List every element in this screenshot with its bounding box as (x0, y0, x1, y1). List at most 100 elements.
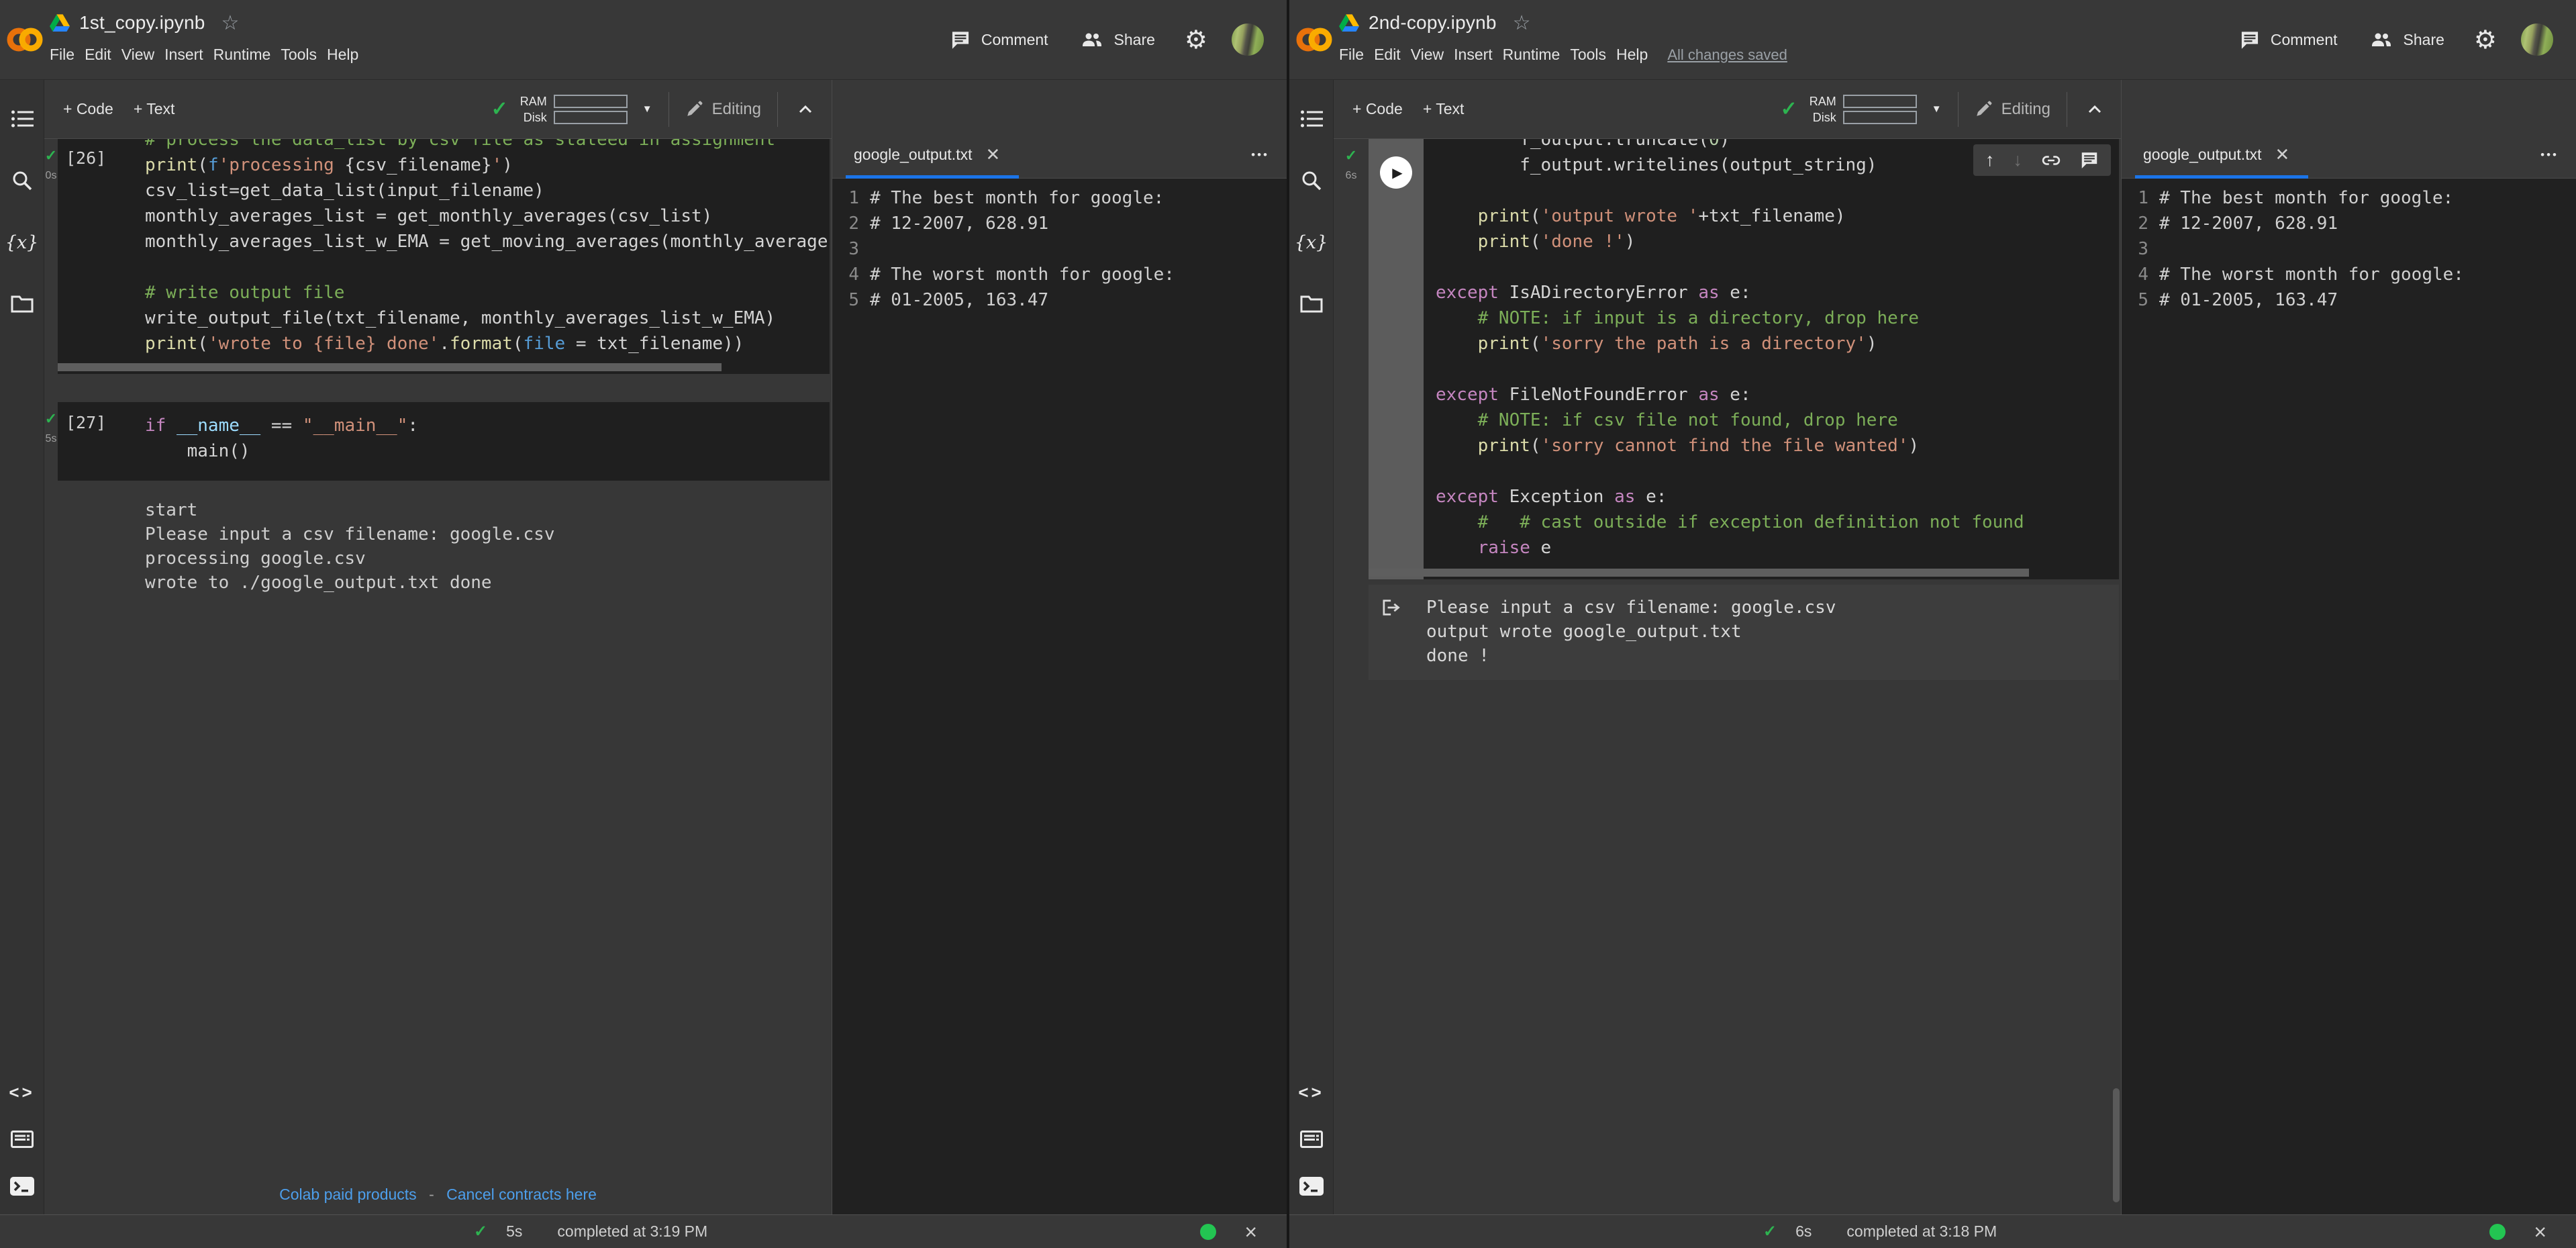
pencil-icon (1975, 101, 1992, 118)
colab-paid-products-link[interactable]: Colab paid products (279, 1186, 417, 1203)
output-line: output wrote google_output.txt (1426, 620, 2119, 644)
menu-runtime[interactable]: Runtime (213, 43, 281, 66)
save-status[interactable]: All changes saved (1667, 46, 1787, 64)
file-content[interactable]: 1# The best month for google:2# 12-2007,… (2122, 179, 2576, 1214)
tab-close-icon[interactable]: ✕ (985, 144, 1000, 165)
resources-dropdown-icon[interactable]: ▼ (642, 103, 652, 115)
code-snippets-icon[interactable]: <> (10, 1080, 34, 1104)
run-cell-button[interactable]: ▶ (1380, 156, 1412, 189)
cancel-contracts-link[interactable]: Cancel contracts here (446, 1186, 597, 1203)
file-line: 1# The best month for google: (2131, 185, 2576, 211)
resource-monitor[interactable]: RAM Disk (1810, 95, 1917, 124)
menu-file[interactable]: File (1339, 43, 1374, 66)
menu-help[interactable]: Help (327, 43, 368, 66)
move-cell-up-icon[interactable]: ↑ (1985, 150, 1995, 171)
menu-edit[interactable]: Edit (85, 43, 121, 66)
code-line: except Exception as e: (1436, 484, 2119, 510)
search-icon[interactable] (1299, 169, 1324, 193)
editing-mode-button[interactable]: Editing (1975, 100, 2050, 119)
code-editor[interactable]: # process the data_list by csv file as s… (145, 139, 830, 356)
comment-button[interactable]: Comment (2230, 30, 2347, 50)
status-bar: ✓ 5s completed at 3:19 PM × (0, 1214, 1287, 1248)
editor-overflow-menu-icon[interactable]: ••• (1251, 148, 1269, 162)
terminal-icon[interactable] (10, 1174, 34, 1198)
colab-window-1: 1st_copy.ipynb ☆ File Edit View Insert R… (0, 0, 1287, 1248)
move-cell-down-icon[interactable]: ↓ (2014, 150, 2023, 171)
files-icon[interactable] (10, 292, 34, 316)
add-code-button[interactable]: + Code (63, 100, 113, 118)
menu-runtime[interactable]: Runtime (1503, 43, 1571, 66)
copy-link-icon[interactable] (2041, 152, 2061, 169)
settings-gear-icon[interactable]: ⚙ (2467, 25, 2504, 55)
comment-button[interactable]: Comment (941, 30, 1058, 50)
status-close-icon[interactable]: × (1244, 1221, 1257, 1243)
file-content[interactable]: 1# The best month for google:2# 12-2007,… (832, 179, 1287, 1214)
notebook-title[interactable]: 1st_copy.ipynb (79, 12, 205, 34)
status-close-icon[interactable]: × (2534, 1221, 2546, 1243)
search-icon[interactable] (10, 169, 34, 193)
table-of-contents-icon[interactable] (1299, 107, 1324, 131)
variables-icon[interactable]: {x} (1299, 230, 1324, 254)
cell-editor[interactable]: [26] # process the data_list by csv file… (58, 139, 830, 374)
output-line: Please input a csv filename: google.csv (1426, 595, 2119, 620)
add-text-button[interactable]: + Text (134, 100, 175, 118)
star-icon[interactable]: ☆ (1513, 11, 1531, 35)
avatar[interactable] (2521, 23, 2553, 56)
menu-insert[interactable]: Insert (1454, 43, 1503, 66)
status-message: completed at 3:18 PM (1846, 1222, 1997, 1241)
settings-gear-icon[interactable]: ⚙ (1178, 25, 1214, 55)
add-text-button[interactable]: + Text (1423, 100, 1465, 118)
command-palette-icon[interactable] (10, 1127, 34, 1151)
code-line: # NOTE: if csv file not found, drop here (1436, 407, 2119, 433)
menu-help[interactable]: Help (1616, 43, 1658, 66)
resource-monitor[interactable]: RAM Disk (520, 95, 628, 124)
code-editor[interactable]: f_output.truncate(0) f_output.writelines… (1436, 139, 2119, 561)
code-line: except FileNotFoundError as e: (1436, 382, 2119, 407)
files-icon[interactable] (1299, 292, 1324, 316)
tab-google-output[interactable]: google_output.txt ✕ (846, 132, 1019, 178)
comment-label: Comment (981, 31, 1048, 49)
tab-close-icon[interactable]: ✕ (2275, 144, 2289, 165)
star-icon[interactable]: ☆ (221, 11, 240, 35)
colab-logo[interactable] (1289, 0, 1339, 79)
drive-icon (50, 14, 70, 32)
share-button[interactable]: Share (2361, 31, 2454, 49)
horizontal-scrollbar[interactable] (58, 363, 830, 371)
add-comment-icon[interactable] (2080, 151, 2099, 169)
header: 1st_copy.ipynb ☆ File Edit View Insert R… (0, 0, 1287, 79)
comment-icon (2240, 30, 2260, 50)
horizontal-scrollbar[interactable] (1369, 569, 2119, 577)
notebook-title[interactable]: 2nd-copy.ipynb (1369, 12, 1497, 34)
menu-tools[interactable]: Tools (1570, 43, 1616, 66)
command-palette-icon[interactable] (1299, 1127, 1324, 1151)
menu-edit[interactable]: Edit (1374, 43, 1411, 66)
terminal-icon[interactable] (1299, 1174, 1324, 1198)
share-button[interactable]: Share (1071, 31, 1165, 49)
cell-status: ✓ 5s (44, 402, 58, 481)
resources-dropdown-icon[interactable]: ▼ (1932, 103, 1942, 115)
collapse-header-icon[interactable] (2085, 101, 2105, 117)
code-snippets-icon[interactable]: <> (1299, 1080, 1324, 1104)
file-line: 2# 12-2007, 628.91 (842, 211, 1287, 236)
menu-insert[interactable]: Insert (164, 43, 213, 66)
table-of-contents-icon[interactable] (10, 107, 34, 131)
vertical-scrollbar[interactable] (2113, 1088, 2120, 1202)
collapse-header-icon[interactable] (795, 101, 815, 117)
tab-google-output[interactable]: google_output.txt ✕ (2135, 132, 2308, 178)
code-editor[interactable]: if __name__ == "__main__": main() (145, 402, 830, 464)
notebook-area: + Code + Text ✓ RAM Disk ▼ Editing (1334, 80, 2121, 1214)
connection-status-dot (2489, 1224, 2506, 1240)
editor-overflow-menu-icon[interactable]: ••• (2540, 148, 2559, 162)
menu-view[interactable]: View (1411, 43, 1454, 66)
avatar[interactable] (1232, 23, 1264, 56)
editing-mode-button[interactable]: Editing (685, 100, 761, 119)
menu-tools[interactable]: Tools (281, 43, 327, 66)
cell-editor[interactable]: ▶ f_output.truncate(0) f_output.writelin… (1369, 139, 2119, 579)
cell-editor[interactable]: [27] if __name__ == "__main__": main() (58, 402, 830, 481)
menu-file[interactable]: File (50, 43, 85, 66)
code-line: print(f'processing {csv_filename}') (145, 152, 830, 178)
add-code-button[interactable]: + Code (1352, 100, 1403, 118)
colab-logo[interactable] (0, 0, 50, 79)
menu-view[interactable]: View (121, 43, 164, 66)
variables-icon[interactable]: {x} (10, 230, 34, 254)
